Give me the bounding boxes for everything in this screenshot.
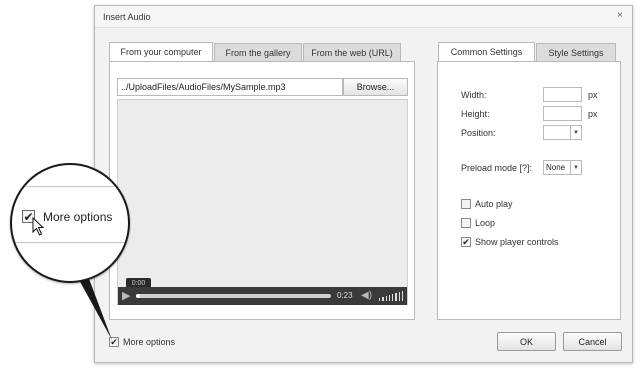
more-options-label-zoomed: More options — [43, 210, 113, 224]
magnifier-callout: ✔ More options — [10, 163, 130, 283]
magnifier-divider — [12, 186, 128, 187]
magnifier-divider — [12, 242, 128, 243]
cursor-icon — [32, 217, 45, 236]
